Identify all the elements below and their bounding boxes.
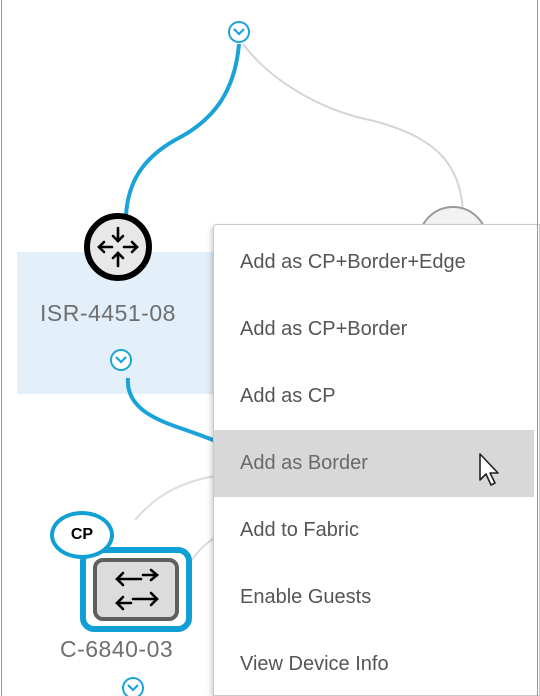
menu-item-add-to-fabric[interactable]: Add to Fabric: [214, 497, 534, 564]
menu-item-enable-guests[interactable]: Enable Guests: [214, 564, 534, 631]
router-node[interactable]: [84, 213, 152, 281]
link-top-to-ghost: [242, 43, 464, 216]
menu-item-add-cp[interactable]: Add as CP: [214, 363, 534, 430]
menu-item-view-device-info[interactable]: View Device Info: [214, 631, 534, 696]
mouse-pointer-icon: [479, 453, 499, 486]
switch-arrows-icon: [115, 568, 160, 611]
link-router-to-menu: [125, 377, 217, 443]
expand-router-chevron[interactable]: [110, 349, 132, 371]
switch-node[interactable]: [80, 547, 192, 632]
chevron-down-icon: [233, 28, 245, 36]
expand-switch-chevron[interactable]: [122, 677, 144, 696]
router-arrows-icon: [97, 226, 139, 268]
chevron-down-icon: [115, 356, 127, 364]
menu-item-add-cp-border-edge[interactable]: Add as CP+Border+Edge: [214, 229, 534, 296]
expand-top-chevron[interactable]: [228, 21, 250, 43]
link-top-to-router: [124, 43, 241, 216]
switch-body: [93, 558, 179, 621]
router-label: ISR-4451-08: [40, 300, 176, 326]
cp-role-badge: CP: [50, 511, 114, 559]
switch-label: C-6840-03: [60, 636, 174, 662]
chevron-down-icon: [127, 684, 139, 692]
menu-item-add-cp-border[interactable]: Add as CP+Border: [214, 296, 534, 363]
link-switch-grey-1: [134, 474, 221, 521]
topology-canvas: ISR-4451-08 CP C-6840-03 Add as CP+Borde…: [0, 0, 540, 696]
